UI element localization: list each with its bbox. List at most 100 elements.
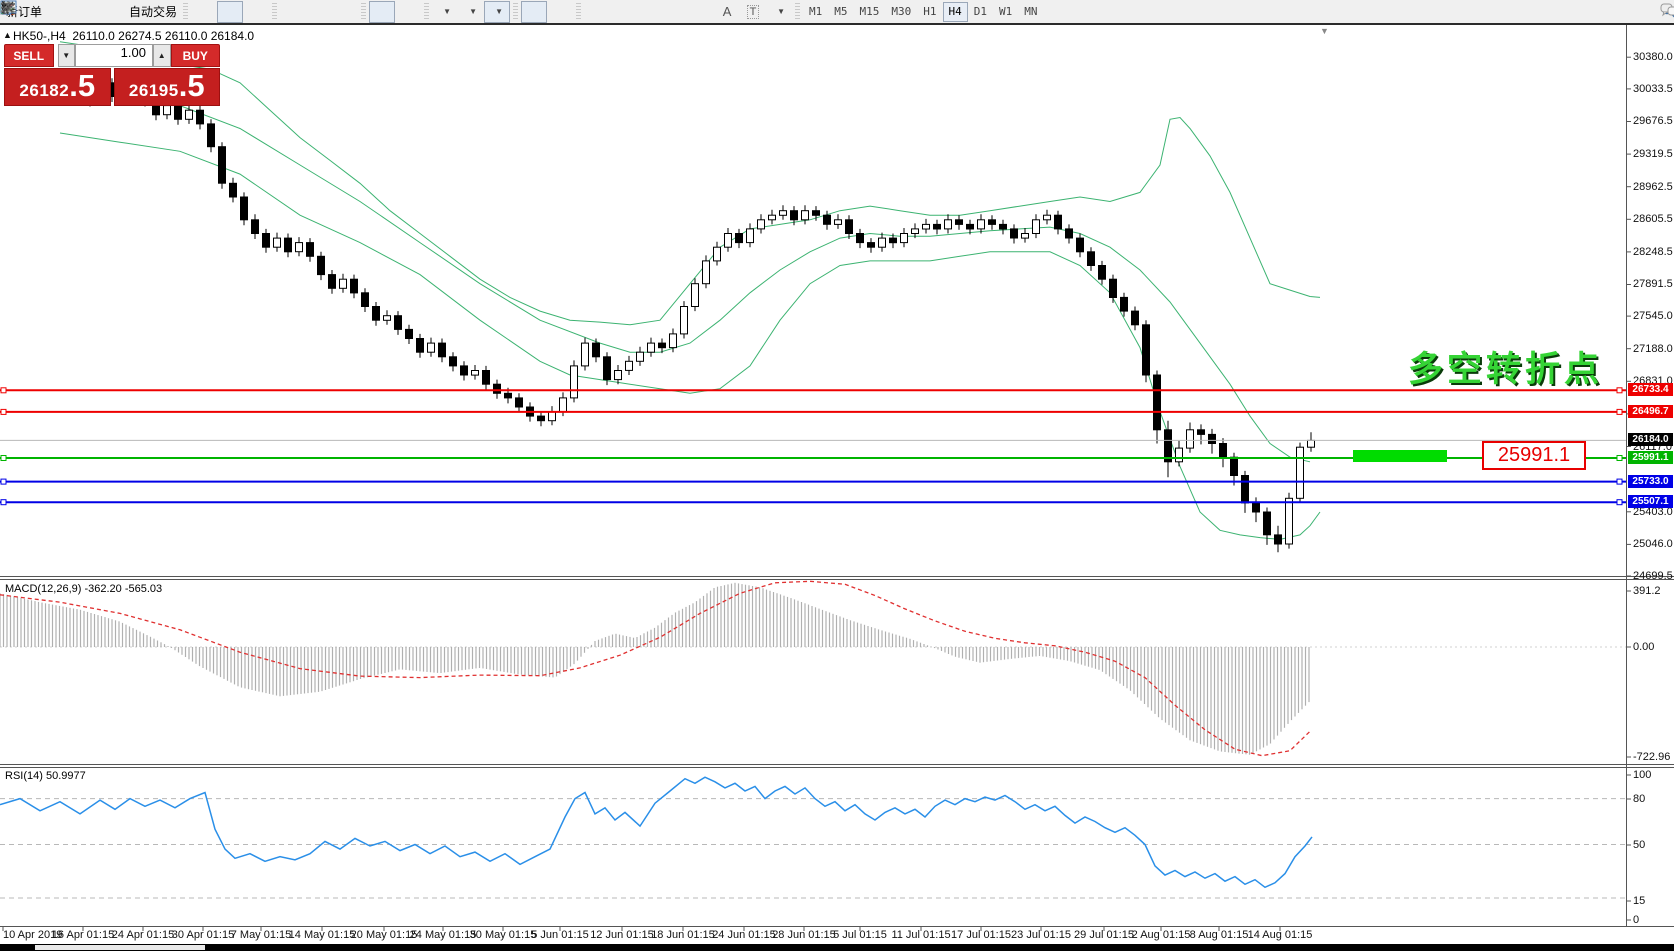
template-button[interactable]: ▼ [484, 1, 510, 23]
toolbar-grip[interactable] [576, 3, 581, 21]
toolbar-grip[interactable] [424, 3, 429, 21]
price-tick-label: 28605.5 [1633, 213, 1673, 225]
sell-price-pips: .5 [69, 71, 95, 101]
layers-button[interactable] [45, 1, 71, 23]
fibonacci-button[interactable]: F [688, 1, 714, 23]
cursor-button[interactable] [521, 1, 547, 23]
ohlc-values: 26110.0 26274.5 26110.0 26184.0 [72, 29, 254, 43]
arrows-button[interactable]: ▼ [766, 1, 792, 23]
signal-button[interactable] [97, 1, 123, 23]
timeframe-m30[interactable]: M30 [885, 2, 917, 22]
price-tick-label: 28248.5 [1633, 246, 1673, 258]
timeframe-m5[interactable]: M5 [828, 2, 853, 22]
date-label: 24 Apr 01:15 [112, 929, 174, 941]
buy-price-pips: .5 [179, 71, 205, 101]
date-label: 14 Aug 01:15 [1248, 929, 1313, 941]
taskbar-item[interactable] [35, 945, 205, 950]
trendline-button[interactable] [636, 1, 662, 23]
macd-tick-label: 0.00 [1633, 641, 1654, 653]
sell-price-main: 26182 [19, 81, 69, 101]
timeframe-m1[interactable]: M1 [803, 2, 828, 22]
price-level-badge: 25507.1 [1628, 495, 1673, 508]
zoom-in-button[interactable] [280, 1, 306, 23]
volume-spin-down[interactable]: ▼ [58, 44, 76, 67]
buy-price[interactable]: 26195 .5 [114, 68, 221, 106]
header-collapse-toggle[interactable]: ▲ [3, 30, 12, 40]
rsi-tick-label: 100 [1633, 769, 1651, 781]
rsi-tick-label: 80 [1633, 793, 1645, 805]
chart-shift-button[interactable] [395, 1, 421, 23]
tile-windows-button[interactable] [332, 1, 358, 23]
volume-field[interactable]: 1.00 [75, 44, 153, 67]
date-label: 24 May 01:15 [410, 929, 477, 941]
date-label: 30 May 01:15 [470, 929, 537, 941]
timeframe-group: M1M5M15M30H1H4D1W1MN [803, 2, 1044, 22]
price-level-badge: 25991.1 [1628, 451, 1673, 464]
rsi-indicator-label: RSI(14) 50.9977 [5, 770, 86, 782]
level-value-box[interactable]: 25991.1 [1482, 441, 1586, 470]
date-label: 20 May 01:15 [351, 929, 418, 941]
sell-price[interactable]: 26182 .5 [4, 68, 111, 106]
taskbar[interactable] [0, 944, 1674, 951]
horizontal-line-button[interactable] [610, 1, 636, 23]
timeframe-w1[interactable]: W1 [993, 2, 1018, 22]
text-button[interactable]: A [714, 1, 740, 23]
price-tick-label: 29676.5 [1633, 115, 1673, 127]
candlestick-button[interactable] [217, 1, 243, 23]
turning-point-annotation[interactable]: 多空转折点 [1408, 341, 1603, 392]
chart-overlay: ▲ HK50-,H4 26110.0 26274.5 26110.0 26184… [0, 0, 1674, 951]
new-chart-button[interactable]: ▼ [432, 1, 458, 23]
date-label: 30 Apr 01:15 [172, 929, 234, 941]
date-label: 24 Jun 01:15 [712, 929, 776, 941]
volume-spin-up[interactable]: ▲ [153, 44, 171, 67]
symbol-period: HK50-,H4 [13, 29, 66, 43]
macd-tick-label: -722.96 [1633, 751, 1670, 763]
price-tick-label: 25046.0 [1633, 538, 1673, 550]
date-label: 5 Jun 01:15 [531, 929, 589, 941]
sell-button[interactable]: SELL [4, 44, 54, 67]
label-button[interactable]: T [740, 1, 766, 23]
periods-button[interactable]: ▼ [458, 1, 484, 23]
date-label: 28 Jun 01:15 [772, 929, 836, 941]
date-label: 23 Jul 01:15 [1011, 929, 1071, 941]
macd-indicator-label: MACD(12,26,9) -362.20 -565.03 [5, 583, 162, 595]
price-tick-label: 27891.5 [1633, 278, 1673, 290]
channel-button[interactable]: E [662, 1, 688, 23]
crosshair-button[interactable] [547, 1, 573, 23]
toolbar-grip[interactable] [513, 3, 518, 21]
rsi-tick-label: 0 [1633, 914, 1639, 926]
date-label: 29 Jul 01:15 [1074, 929, 1134, 941]
timeframe-m15[interactable]: M15 [854, 2, 886, 22]
price-tick-label: 28962.5 [1633, 181, 1673, 193]
timeframe-mn[interactable]: MN [1018, 2, 1043, 22]
toolbar-grip[interactable] [795, 3, 800, 21]
line-chart-button[interactable] [243, 1, 269, 23]
date-label: 5 Jul 01:15 [833, 929, 887, 941]
date-label: 2 Aug 01:15 [1132, 929, 1191, 941]
timeframe-d1[interactable]: D1 [968, 2, 993, 22]
label-icon: T [747, 5, 760, 19]
toolbar-grip[interactable] [361, 3, 366, 21]
price-level-badge: 26184.0 [1628, 433, 1673, 446]
bar-chart-button[interactable] [191, 1, 217, 23]
vertical-line-button[interactable] [584, 1, 610, 23]
toolbar-grip[interactable] [272, 3, 277, 21]
timeframe-h4[interactable]: H4 [943, 2, 968, 22]
profile-button[interactable] [71, 1, 97, 23]
price-tick-label: 29319.5 [1633, 148, 1673, 160]
buy-price-main: 26195 [129, 81, 179, 101]
main-toolbar: 新订单 自动交易 [0, 0, 1674, 25]
chevron-down-icon: ▼ [469, 7, 477, 16]
zoom-out-button[interactable] [306, 1, 332, 23]
chart-shift-marker[interactable]: ▼ [1320, 26, 1329, 36]
toolbar-grip[interactable] [183, 3, 188, 21]
date-label: 11 Jul 01:15 [891, 929, 950, 941]
date-label: 16 Apr 01:15 [52, 929, 114, 941]
autotrade-button[interactable]: 自动交易 [123, 1, 180, 23]
autoscroll-button[interactable] [369, 1, 395, 23]
timeframe-h1[interactable]: H1 [917, 2, 942, 22]
chevron-down-icon: ▼ [495, 7, 503, 16]
date-label: 12 Jun 01:15 [590, 929, 654, 941]
buy-button[interactable]: BUY [171, 44, 221, 67]
price-level-badge: 25733.0 [1628, 475, 1673, 488]
